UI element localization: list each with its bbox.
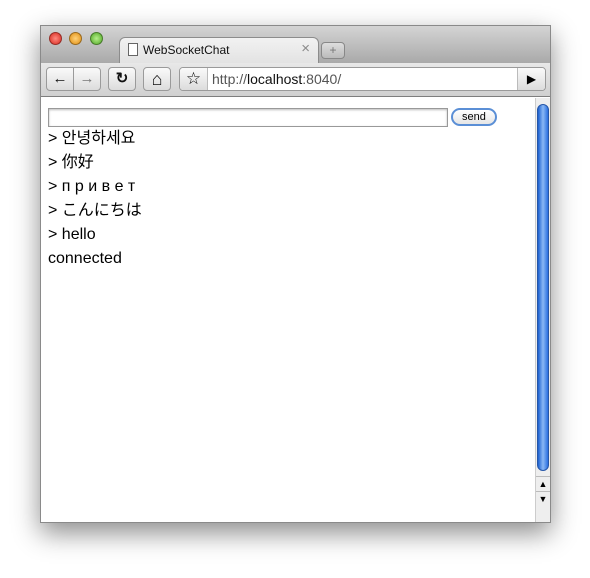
browser-window: WebSocketChat × + ← → ↻ ⌂ ☆ http://local… — [40, 25, 551, 523]
message-line: > п р и в е т — [48, 178, 136, 195]
tab-websocketchat[interactable]: WebSocketChat × — [119, 37, 319, 64]
forward-button[interactable]: → — [73, 67, 101, 91]
zoom-window-button[interactable] — [90, 32, 103, 45]
url-text[interactable]: http://localhost:8040/ — [212, 71, 341, 87]
scrollbar-thumb[interactable] — [537, 104, 549, 471]
address-bar[interactable]: ☆ http://localhost:8040/ ▶ — [179, 67, 546, 91]
close-window-button[interactable] — [49, 32, 62, 45]
tab-title: WebSocketChat — [143, 43, 230, 57]
url-scheme: http:// — [212, 71, 248, 87]
scroll-up-arrow[interactable]: ▲ — [536, 476, 550, 491]
chat-form: send — [48, 107, 529, 127]
scroll-down-arrow[interactable]: ▼ — [536, 491, 550, 506]
status-line: connected — [48, 250, 122, 267]
back-button[interactable]: ← — [46, 67, 74, 91]
vertical-scrollbar[interactable]: ▲ ▼ — [535, 98, 550, 522]
message-line: > hello — [48, 226, 96, 243]
message-line: > 你好 — [48, 154, 94, 171]
message-line: > 안녕하세요 — [48, 130, 136, 147]
url-host: localhost — [247, 71, 303, 87]
new-tab-button[interactable]: + — [321, 42, 345, 59]
close-tab-icon[interactable]: × — [301, 40, 310, 57]
page-icon — [128, 43, 138, 56]
page-content: send > 안녕하세요 > 你好 > п р и в е т > こんにちは … — [41, 98, 536, 522]
toolbar: ← → ↻ ⌂ ☆ http://localhost:8040/ ▶ — [41, 63, 550, 97]
message-input[interactable] — [48, 107, 448, 127]
minimize-window-button[interactable] — [69, 32, 82, 45]
home-button[interactable]: ⌂ — [143, 67, 171, 91]
title-bar: WebSocketChat × + — [41, 26, 550, 64]
url-port-path: :8040/ — [302, 71, 342, 87]
send-button[interactable]: send — [451, 108, 497, 126]
bookmark-star-icon[interactable]: ☆ — [180, 68, 208, 90]
reload-button[interactable]: ↻ — [108, 67, 136, 91]
go-button[interactable]: ▶ — [517, 68, 545, 90]
message-line: > こんにちは — [48, 202, 142, 219]
